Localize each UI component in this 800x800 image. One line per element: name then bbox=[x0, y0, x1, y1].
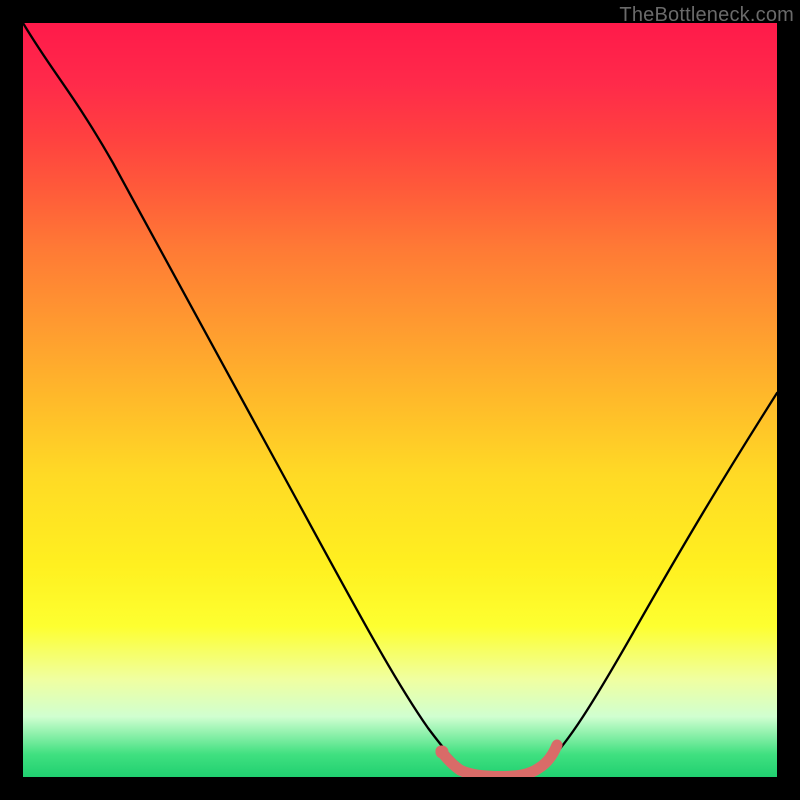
plot-area bbox=[23, 23, 777, 777]
highlight-dot bbox=[436, 746, 449, 759]
watermark-text: TheBottleneck.com bbox=[619, 4, 794, 27]
chart-canvas: TheBottleneck.com bbox=[0, 0, 800, 800]
bottleneck-curve bbox=[23, 23, 777, 777]
chart-svg bbox=[23, 23, 777, 777]
highlight-segment bbox=[441, 745, 557, 777]
